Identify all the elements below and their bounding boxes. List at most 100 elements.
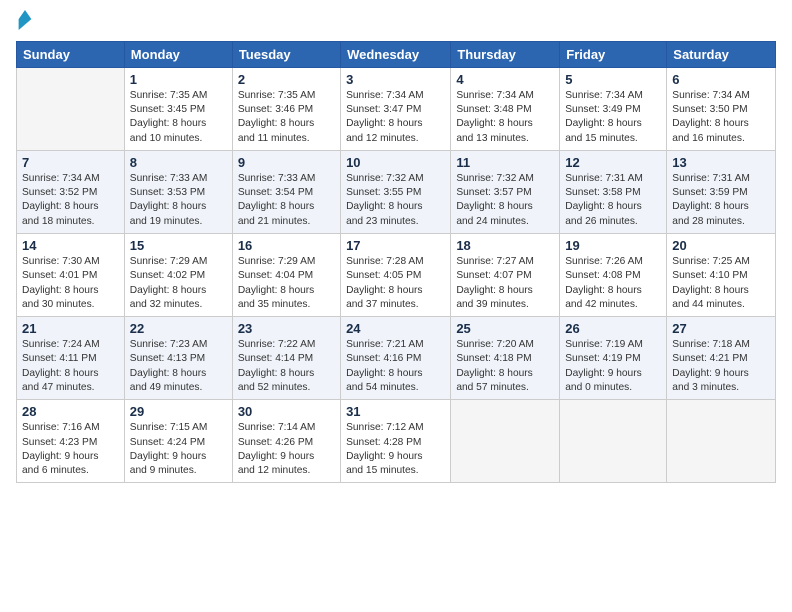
day-info: Sunrise: 7:33 AM Sunset: 3:54 PM Dayligh…	[238, 172, 335, 229]
calendar-cell	[667, 400, 776, 483]
day-info: Sunrise: 7:20 AM Sunset: 4:18 PM Dayligh…	[456, 338, 554, 395]
calendar-cell: 20 Sunrise: 7:25 AM Sunset: 4:10 PM Dayli…	[667, 234, 776, 317]
calendar-cell: 30 Sunrise: 7:14 AM Sunset: 4:26 PM Dayli…	[232, 400, 340, 483]
day-info: Sunrise: 7:26 AM Sunset: 4:08 PM Dayligh…	[565, 255, 661, 312]
day-info: Sunrise: 7:30 AM Sunset: 4:01 PM Dayligh…	[22, 255, 119, 312]
calendar-cell: 16 Sunrise: 7:29 AM Sunset: 4:04 PM Dayli…	[232, 234, 340, 317]
day-info: Sunrise: 7:15 AM Sunset: 4:24 PM Dayligh…	[130, 421, 227, 478]
day-info: Sunrise: 7:28 AM Sunset: 4:05 PM Dayligh…	[346, 255, 445, 312]
day-number: 22	[130, 321, 227, 336]
page: SundayMondayTuesdayWednesdayThursdayFrid…	[0, 0, 792, 612]
day-info: Sunrise: 7:21 AM Sunset: 4:16 PM Dayligh…	[346, 338, 445, 395]
day-info: Sunrise: 7:31 AM Sunset: 3:59 PM Dayligh…	[672, 172, 770, 229]
calendar-cell: 27 Sunrise: 7:18 AM Sunset: 4:21 PM Dayli…	[667, 317, 776, 400]
calendar-cell: 1 Sunrise: 7:35 AM Sunset: 3:45 PM Daylig…	[124, 67, 232, 150]
day-info: Sunrise: 7:34 AM Sunset: 3:49 PM Dayligh…	[565, 89, 661, 146]
weekday-header: Tuesday	[232, 41, 340, 67]
day-info: Sunrise: 7:32 AM Sunset: 3:55 PM Dayligh…	[346, 172, 445, 229]
day-number: 3	[346, 72, 445, 87]
day-info: Sunrise: 7:16 AM Sunset: 4:23 PM Dayligh…	[22, 421, 119, 478]
day-info: Sunrise: 7:34 AM Sunset: 3:47 PM Dayligh…	[346, 89, 445, 146]
day-number: 27	[672, 321, 770, 336]
weekday-header: Thursday	[451, 41, 560, 67]
day-number: 2	[238, 72, 335, 87]
calendar-cell: 26 Sunrise: 7:19 AM Sunset: 4:19 PM Dayli…	[560, 317, 667, 400]
logo-text	[16, 14, 32, 35]
calendar-cell: 14 Sunrise: 7:30 AM Sunset: 4:01 PM Dayli…	[17, 234, 125, 317]
day-info: Sunrise: 7:33 AM Sunset: 3:53 PM Dayligh…	[130, 172, 227, 229]
day-info: Sunrise: 7:14 AM Sunset: 4:26 PM Dayligh…	[238, 421, 335, 478]
day-number: 20	[672, 238, 770, 253]
day-number: 24	[346, 321, 445, 336]
day-number: 17	[346, 238, 445, 253]
logo-bird-icon	[18, 10, 32, 30]
day-info: Sunrise: 7:12 AM Sunset: 4:28 PM Dayligh…	[346, 421, 445, 478]
day-number: 21	[22, 321, 119, 336]
calendar-cell: 25Sunrise: 7:20 AM Sunset: 4:18 PM Dayli…	[451, 317, 560, 400]
day-info: Sunrise: 7:35 AM Sunset: 3:46 PM Dayligh…	[238, 89, 335, 146]
calendar-cell: 18 Sunrise: 7:27 AM Sunset: 4:07 PM Dayli…	[451, 234, 560, 317]
day-number: 11	[456, 155, 554, 170]
day-info: Sunrise: 7:35 AM Sunset: 3:45 PM Dayligh…	[130, 89, 227, 146]
day-info: Sunrise: 7:34 AM Sunset: 3:52 PM Dayligh…	[22, 172, 119, 229]
calendar-table: SundayMondayTuesdayWednesdayThursdayFrid…	[16, 41, 776, 484]
day-number: 19	[565, 238, 661, 253]
calendar-cell: 11 Sunrise: 7:32 AM Sunset: 3:57 PM Dayli…	[451, 150, 560, 233]
calendar-cell: 6Sunrise: 7:34 AM Sunset: 3:50 PM Daylig…	[667, 67, 776, 150]
day-number: 8	[130, 155, 227, 170]
weekday-header: Monday	[124, 41, 232, 67]
day-number: 12	[565, 155, 661, 170]
calendar-cell	[451, 400, 560, 483]
calendar-cell: 8 Sunrise: 7:33 AM Sunset: 3:53 PM Daylig…	[124, 150, 232, 233]
calendar-cell: 10 Sunrise: 7:32 AM Sunset: 3:55 PM Dayli…	[341, 150, 451, 233]
header	[16, 10, 776, 35]
calendar-cell: 31 Sunrise: 7:12 AM Sunset: 4:28 PM Dayli…	[341, 400, 451, 483]
day-info: Sunrise: 7:23 AM Sunset: 4:13 PM Dayligh…	[130, 338, 227, 395]
day-number: 7	[22, 155, 119, 170]
calendar-cell: 15 Sunrise: 7:29 AM Sunset: 4:02 PM Dayli…	[124, 234, 232, 317]
day-info: Sunrise: 7:31 AM Sunset: 3:58 PM Dayligh…	[565, 172, 661, 229]
day-number: 14	[22, 238, 119, 253]
day-number: 30	[238, 404, 335, 419]
day-number: 29	[130, 404, 227, 419]
day-info: Sunrise: 7:22 AM Sunset: 4:14 PM Dayligh…	[238, 338, 335, 395]
day-info: Sunrise: 7:29 AM Sunset: 4:04 PM Dayligh…	[238, 255, 335, 312]
day-number: 13	[672, 155, 770, 170]
day-number: 10	[346, 155, 445, 170]
day-info: Sunrise: 7:32 AM Sunset: 3:57 PM Dayligh…	[456, 172, 554, 229]
day-number: 1	[130, 72, 227, 87]
day-info: Sunrise: 7:18 AM Sunset: 4:21 PM Dayligh…	[672, 338, 770, 395]
day-info: Sunrise: 7:29 AM Sunset: 4:02 PM Dayligh…	[130, 255, 227, 312]
calendar-cell: 4Sunrise: 7:34 AM Sunset: 3:48 PM Daylig…	[451, 67, 560, 150]
weekday-header: Wednesday	[341, 41, 451, 67]
day-info: Sunrise: 7:25 AM Sunset: 4:10 PM Dayligh…	[672, 255, 770, 312]
day-info: Sunrise: 7:19 AM Sunset: 4:19 PM Dayligh…	[565, 338, 661, 395]
day-number: 28	[22, 404, 119, 419]
day-number: 23	[238, 321, 335, 336]
day-info: Sunrise: 7:34 AM Sunset: 3:50 PM Dayligh…	[672, 89, 770, 146]
day-number: 15	[130, 238, 227, 253]
header-row: SundayMondayTuesdayWednesdayThursdayFrid…	[17, 41, 776, 67]
calendar-cell	[17, 67, 125, 150]
weekday-header: Sunday	[17, 41, 125, 67]
calendar-cell: 24 Sunrise: 7:21 AM Sunset: 4:16 PM Dayli…	[341, 317, 451, 400]
day-info: Sunrise: 7:34 AM Sunset: 3:48 PM Dayligh…	[456, 89, 554, 146]
calendar-cell: 19 Sunrise: 7:26 AM Sunset: 4:08 PM Dayli…	[560, 234, 667, 317]
day-number: 26	[565, 321, 661, 336]
calendar-week-row: 28 Sunrise: 7:16 AM Sunset: 4:23 PM Dayli…	[17, 400, 776, 483]
day-number: 9	[238, 155, 335, 170]
day-number: 18	[456, 238, 554, 253]
calendar-week-row: 7 Sunrise: 7:34 AM Sunset: 3:52 PM Daylig…	[17, 150, 776, 233]
calendar-week-row: 1 Sunrise: 7:35 AM Sunset: 3:45 PM Daylig…	[17, 67, 776, 150]
logo	[16, 14, 32, 35]
calendar-cell: 28 Sunrise: 7:16 AM Sunset: 4:23 PM Dayli…	[17, 400, 125, 483]
day-number: 16	[238, 238, 335, 253]
calendar-cell: 23 Sunrise: 7:22 AM Sunset: 4:14 PM Dayli…	[232, 317, 340, 400]
day-info: Sunrise: 7:27 AM Sunset: 4:07 PM Dayligh…	[456, 255, 554, 312]
calendar-cell: 12 Sunrise: 7:31 AM Sunset: 3:58 PM Dayli…	[560, 150, 667, 233]
day-number: 31	[346, 404, 445, 419]
calendar-cell: 7 Sunrise: 7:34 AM Sunset: 3:52 PM Daylig…	[17, 150, 125, 233]
calendar-cell: 13 Sunrise: 7:31 AM Sunset: 3:59 PM Dayli…	[667, 150, 776, 233]
weekday-header: Friday	[560, 41, 667, 67]
calendar-cell: 17 Sunrise: 7:28 AM Sunset: 4:05 PM Dayli…	[341, 234, 451, 317]
